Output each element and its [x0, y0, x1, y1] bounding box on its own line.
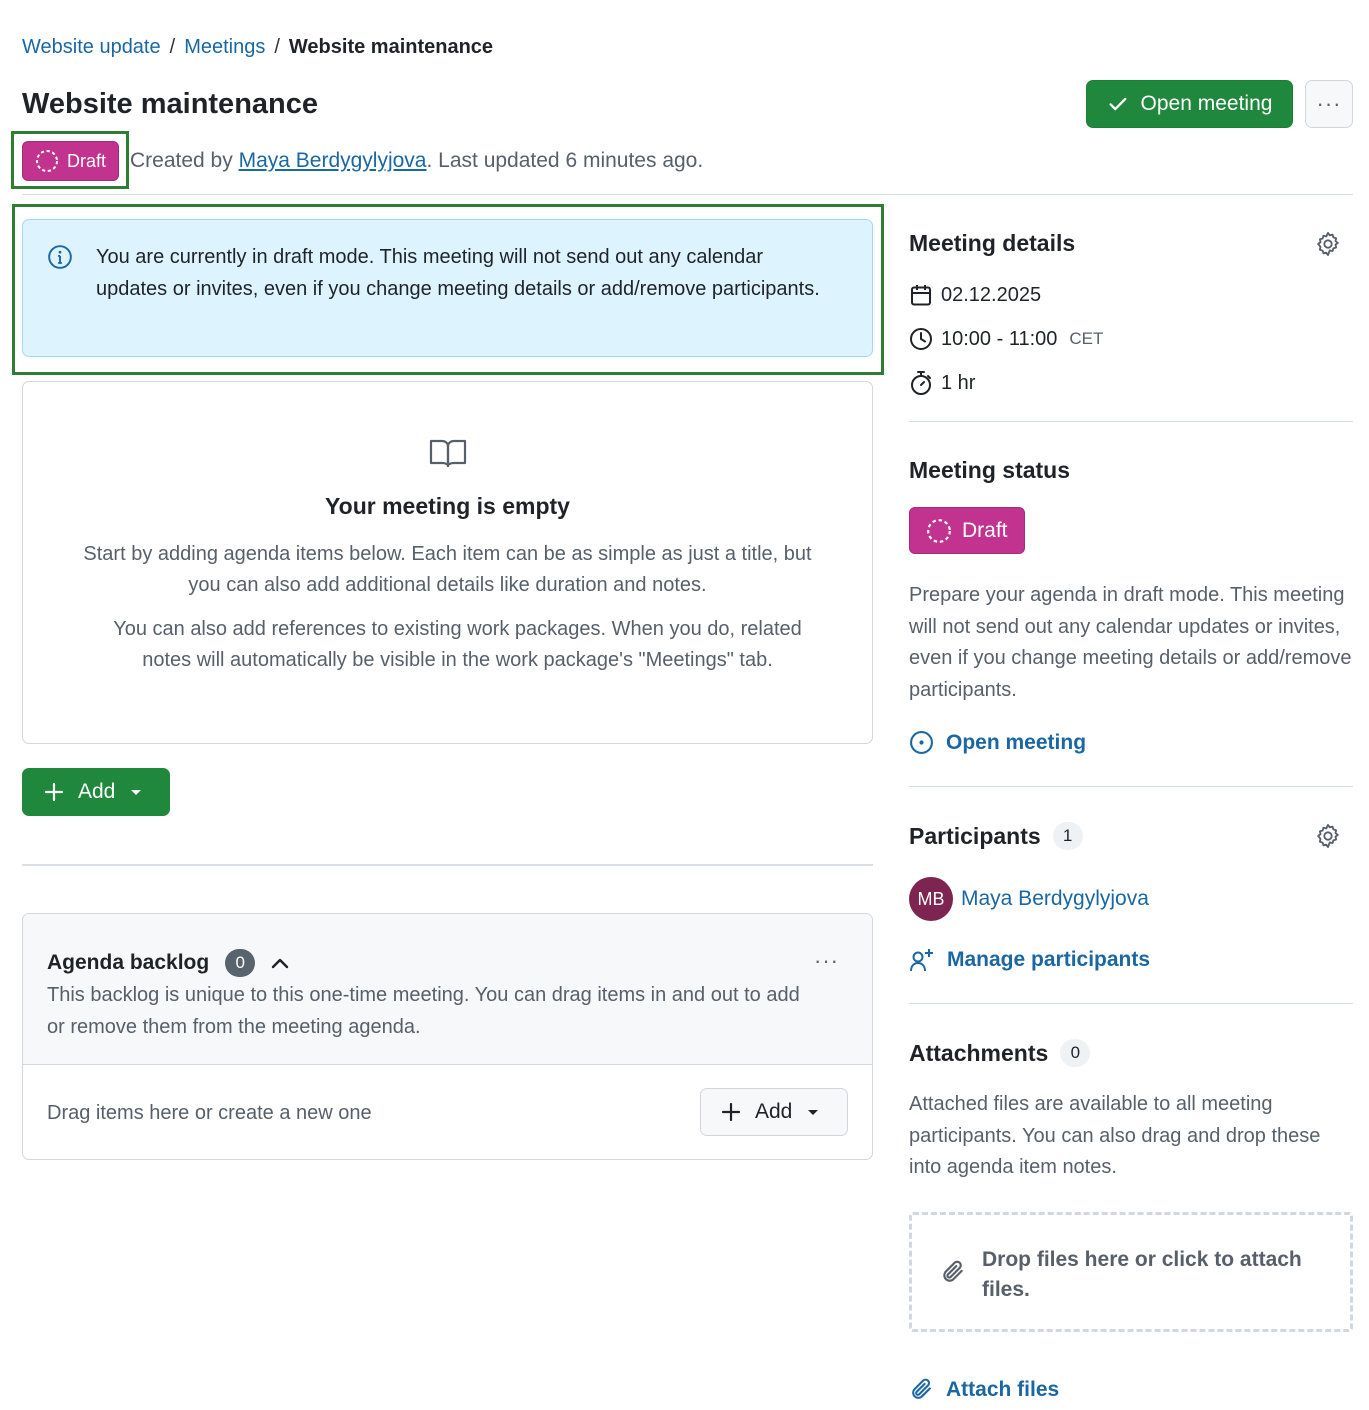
- backlog-add-label: Add: [755, 1100, 793, 1123]
- manage-participants-link[interactable]: Manage participants: [909, 947, 1150, 973]
- draft-mode-banner: You are currently in draft mode. This me…: [22, 219, 873, 357]
- created-by-prefix: Created by: [130, 149, 233, 172]
- meeting-time-row: 10:00 - 11:00 CET: [909, 327, 1103, 351]
- avatar: MB: [909, 877, 953, 921]
- backlog-add-button[interactable]: Add: [700, 1088, 848, 1136]
- chevron-up-icon[interactable]: [271, 957, 289, 969]
- breadcrumb-meetings-link[interactable]: Meetings: [184, 36, 265, 59]
- caret-down-icon: [808, 1110, 819, 1115]
- backlog-header: Agenda backlog 0 ··· This backlog is uni…: [23, 914, 872, 1065]
- last-updated: . Last updated 6 minutes ago.: [426, 149, 704, 172]
- plus-icon: [721, 1102, 741, 1122]
- status-badge-label: Draft: [67, 150, 107, 171]
- attachment-dropzone[interactable]: Drop files here or click to attach files…: [909, 1212, 1353, 1332]
- open-meeting-link-label: Open meeting: [946, 730, 1087, 754]
- add-button-label: Add: [78, 780, 116, 803]
- caret-down-icon: [131, 790, 142, 795]
- backlog-title-label: Agenda backlog: [47, 951, 210, 974]
- backlog-menu-button[interactable]: ···: [814, 948, 839, 974]
- open-circle-icon: [910, 731, 933, 754]
- meeting-duration: 1 hr: [941, 371, 976, 394]
- attachments-section: Attachments 0 Attached files are availab…: [909, 1039, 1353, 1189]
- meeting-status-badge-label: Draft: [962, 518, 1008, 542]
- meeting-time: 10:00 - 11:00: [941, 327, 1058, 350]
- backlog-count-badge: 0: [225, 949, 256, 977]
- header-divider: [22, 194, 1353, 195]
- draft-dashed-circle-icon: [927, 518, 951, 543]
- meeting-date-row: 02.12.2025: [909, 283, 1041, 307]
- gear-icon[interactable]: [1315, 231, 1341, 257]
- empty-agenda-card: Your meeting is empty Start by adding ag…: [22, 381, 873, 744]
- meeting-details-section: Meeting details 02.12.2025 10:00 - 11:00…: [909, 230, 1353, 410]
- attach-files-link[interactable]: Attach files: [909, 1377, 1059, 1402]
- gear-icon[interactable]: [1315, 823, 1341, 849]
- attachments-count-badge: 0: [1060, 1039, 1091, 1067]
- dropzone-text: Drop files here or click to attach files…: [982, 1248, 1302, 1301]
- agenda-backlog: Agenda backlog 0 ··· This backlog is uni…: [22, 913, 873, 1160]
- status-badge[interactable]: Draft: [22, 141, 120, 181]
- breadcrumb: Website update / Meetings / Website main…: [22, 36, 493, 59]
- author-link[interactable]: Maya Berdygylyjova: [239, 149, 427, 172]
- attachments-description: Attached files are available to all meet…: [909, 1093, 1321, 1178]
- participants-section: Participants 1 MB Maya Berdygylyjova Man…: [909, 822, 1353, 982]
- section-divider: [22, 864, 873, 866]
- backlog-title: Agenda backlog 0: [47, 949, 289, 977]
- stopwatch-icon: [911, 371, 931, 395]
- book-icon: [429, 439, 467, 468]
- paperclip-icon: [912, 1378, 931, 1399]
- backlog-dropzone[interactable]: Drag items here or create a new one Add: [23, 1065, 872, 1159]
- sidebar-divider: [909, 1003, 1353, 1004]
- open-meeting-link[interactable]: Open meeting: [909, 730, 1086, 755]
- banner-text: You are currently in draft mode. This me…: [96, 246, 820, 300]
- info-icon: [48, 245, 72, 269]
- backlog-description: This backlog is unique to this one-time …: [47, 984, 800, 1038]
- breadcrumb-current: Website maintenance: [288, 36, 494, 58]
- attach-files-label: Attach files: [946, 1377, 1060, 1401]
- sidebar-divider: [909, 786, 1353, 787]
- add-agenda-item-button[interactable]: Add: [22, 768, 170, 816]
- meeting-status-title: Meeting status: [909, 457, 1071, 483]
- participant-item: MB Maya Berdygylyjova: [909, 877, 1149, 921]
- empty-state-paragraph-1: Start by adding agenda items below. Each…: [83, 543, 812, 596]
- add-person-icon: [910, 949, 933, 972]
- meeting-status-badge[interactable]: Draft: [909, 507, 1025, 554]
- attachments-title-label: Attachments: [909, 1039, 1049, 1066]
- empty-state-paragraph-2: You can also add references to existing …: [113, 618, 802, 671]
- participant-name-link[interactable]: Maya Berdygylyjova: [961, 887, 1149, 911]
- meeting-date: 02.12.2025: [941, 283, 1042, 306]
- draft-dashed-circle-icon: [36, 150, 58, 172]
- calendar-icon: [911, 285, 931, 306]
- meta-line: Created by Maya Berdygylyjova. Last upda…: [130, 149, 703, 173]
- attachments-title: Attachments 0: [909, 1039, 1353, 1067]
- open-meeting-button[interactable]: Open meeting: [1086, 80, 1293, 128]
- empty-state-title: Your meeting is empty: [325, 493, 570, 519]
- page-title: Website maintenance: [22, 88, 319, 120]
- manage-participants-label: Manage participants: [947, 948, 1151, 971]
- check-icon: [1109, 97, 1127, 111]
- participants-title-label: Participants: [909, 822, 1041, 849]
- kebab-icon: ···: [1316, 91, 1342, 116]
- participants-title: Participants 1: [909, 822, 1353, 850]
- meeting-details-title: Meeting details: [909, 230, 1076, 256]
- backlog-hint: Drag items here or create a new one: [47, 1102, 372, 1124]
- breadcrumb-separator: /: [169, 36, 176, 58]
- plus-icon: [44, 782, 64, 802]
- participants-count-badge: 1: [1052, 822, 1083, 850]
- clock-icon: [910, 328, 932, 350]
- meeting-status-description: Prepare your agenda in draft mode. This …: [909, 584, 1352, 701]
- meeting-timezone: CET: [1069, 329, 1104, 348]
- breadcrumb-project-link[interactable]: Website update: [22, 36, 161, 59]
- breadcrumb-separator: /: [274, 36, 280, 58]
- sidebar-divider: [909, 421, 1353, 422]
- meeting-status-section: Meeting status Draft Prepare your agenda…: [909, 457, 1353, 767]
- paperclip-icon: [943, 1260, 963, 1282]
- open-meeting-label: Open meeting: [1140, 92, 1273, 115]
- more-actions-button[interactable]: ···: [1305, 80, 1353, 128]
- meeting-duration-row: 1 hr: [909, 370, 975, 396]
